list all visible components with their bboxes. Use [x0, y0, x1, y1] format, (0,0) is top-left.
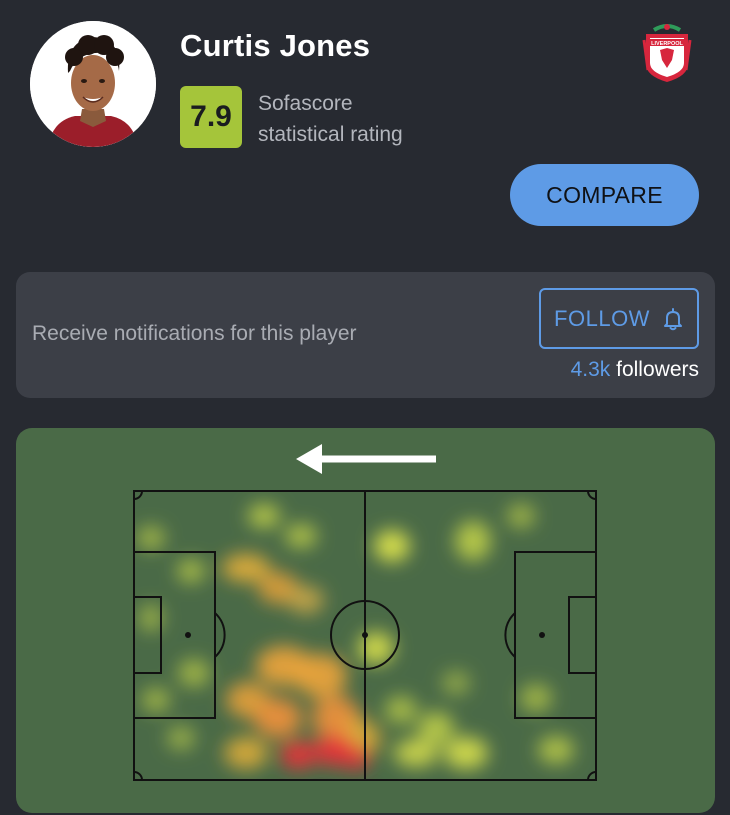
followers-label: followers: [616, 358, 699, 381]
bell-icon: [663, 307, 682, 330]
follow-button-label: FOLLOW: [554, 305, 650, 331]
heatmap-card: [16, 428, 715, 813]
compare-button[interactable]: COMPARE: [510, 164, 699, 226]
player-header: Curtis Jones 7.9 Sofascore statistical r…: [0, 0, 730, 250]
followers-number: 4.3k: [570, 358, 611, 381]
follow-card: Receive notifications for this player FO…: [16, 272, 715, 398]
heatmap-blobs: [137, 504, 574, 770]
player-name: Curtis Jones: [180, 28, 371, 63]
rating-caption-line1: Sofascore: [258, 92, 353, 115]
rating-caption-line2: statistical rating: [258, 123, 403, 146]
pitch-spots: [185, 632, 545, 638]
rating-caption: Sofascore statistical rating: [258, 88, 478, 150]
followers-count: 4.3k followers: [571, 358, 699, 382]
follow-prompt: Receive notifications for this player: [32, 322, 357, 345]
player-photo: [30, 21, 156, 147]
liverpool-crest-icon: LIVERPOOL: [642, 24, 692, 82]
direction-arrow-icon: [296, 444, 436, 474]
club-logo[interactable]: LIVERPOOL: [640, 20, 694, 86]
follow-button[interactable]: FOLLOW: [539, 288, 699, 349]
heatmap-pitch: [133, 444, 597, 781]
svg-text:LIVERPOOL: LIVERPOOL: [651, 41, 683, 47]
player-avatar[interactable]: [30, 21, 156, 147]
rating-badge[interactable]: 7.9: [180, 86, 242, 148]
